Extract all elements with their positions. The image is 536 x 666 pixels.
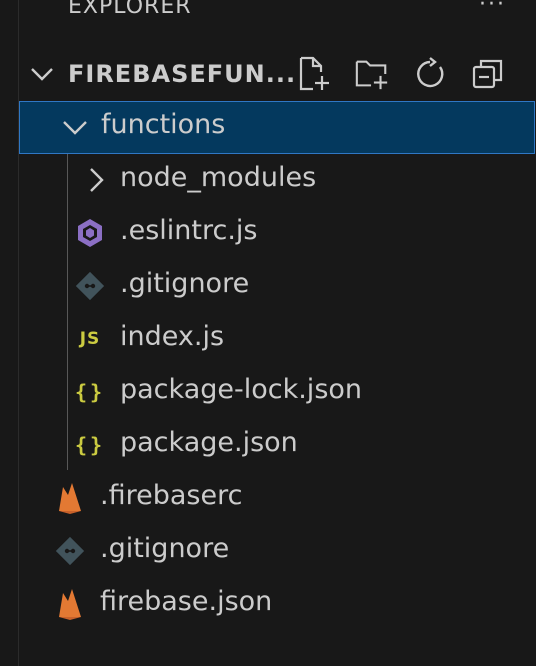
- tree-item-label: .gitignore: [120, 268, 250, 299]
- json-icon: {}: [74, 380, 106, 404]
- panel-title: EXPLORER: [68, 0, 192, 19]
- tree-item-eslintrc[interactable]: .eslintrc.js: [18, 207, 536, 260]
- tree-item-label: functions: [101, 109, 226, 140]
- git-icon: [74, 270, 106, 302]
- new-folder-icon[interactable]: [354, 56, 390, 92]
- tree-item-label: firebase.json: [100, 586, 273, 617]
- tree-item-label: .eslintrc.js: [120, 215, 258, 246]
- tree-item-functions[interactable]: functions: [19, 101, 535, 154]
- firebase-icon: [54, 588, 86, 620]
- more-actions-button[interactable]: ···: [479, 0, 506, 17]
- tree-item-label: node_modules: [120, 162, 317, 193]
- workspace-section-header[interactable]: FIREBASEFUN...: [18, 48, 536, 100]
- git-icon: [54, 535, 86, 567]
- tree-item-label: package-lock.json: [120, 374, 363, 405]
- refresh-icon[interactable]: [412, 56, 448, 92]
- tree-item-node-modules[interactable]: node_modules: [18, 154, 536, 207]
- tree-item-firebaserc[interactable]: .firebaserc: [18, 472, 536, 525]
- firebase-icon: [54, 482, 86, 514]
- tree-item-gitignore[interactable]: .gitignore: [18, 260, 536, 313]
- explorer-panel: EXPLORER ··· FIREBASEFUN... functions no…: [0, 0, 536, 666]
- tree-item-package-json[interactable]: {} package.json: [18, 419, 536, 472]
- tree-item-label: package.json: [120, 427, 298, 458]
- chevron-right-icon: [80, 164, 112, 196]
- js-icon: JS: [79, 329, 101, 349]
- chevron-down-icon: [59, 111, 91, 143]
- activity-bar-edge: [0, 0, 19, 666]
- chevron-down-icon: [30, 64, 54, 88]
- tree-item-label: .firebaserc: [100, 480, 243, 511]
- tree-item-label: .gitignore: [100, 533, 230, 564]
- tree-item-firebase-json[interactable]: firebase.json: [18, 578, 536, 631]
- eslint-icon: [74, 217, 106, 249]
- workspace-title: FIREBASEFUN...: [68, 60, 297, 88]
- tree-item-gitignore-root[interactable]: .gitignore: [18, 525, 536, 578]
- collapse-all-icon[interactable]: [470, 56, 506, 92]
- tree-item-package-lock-json[interactable]: {} package-lock.json: [18, 366, 536, 419]
- tree-item-label: index.js: [120, 321, 225, 352]
- section-actions: [296, 56, 506, 92]
- new-file-icon[interactable]: [296, 56, 332, 92]
- json-icon: {}: [74, 433, 106, 457]
- tree-item-index-js[interactable]: JS index.js: [18, 313, 536, 366]
